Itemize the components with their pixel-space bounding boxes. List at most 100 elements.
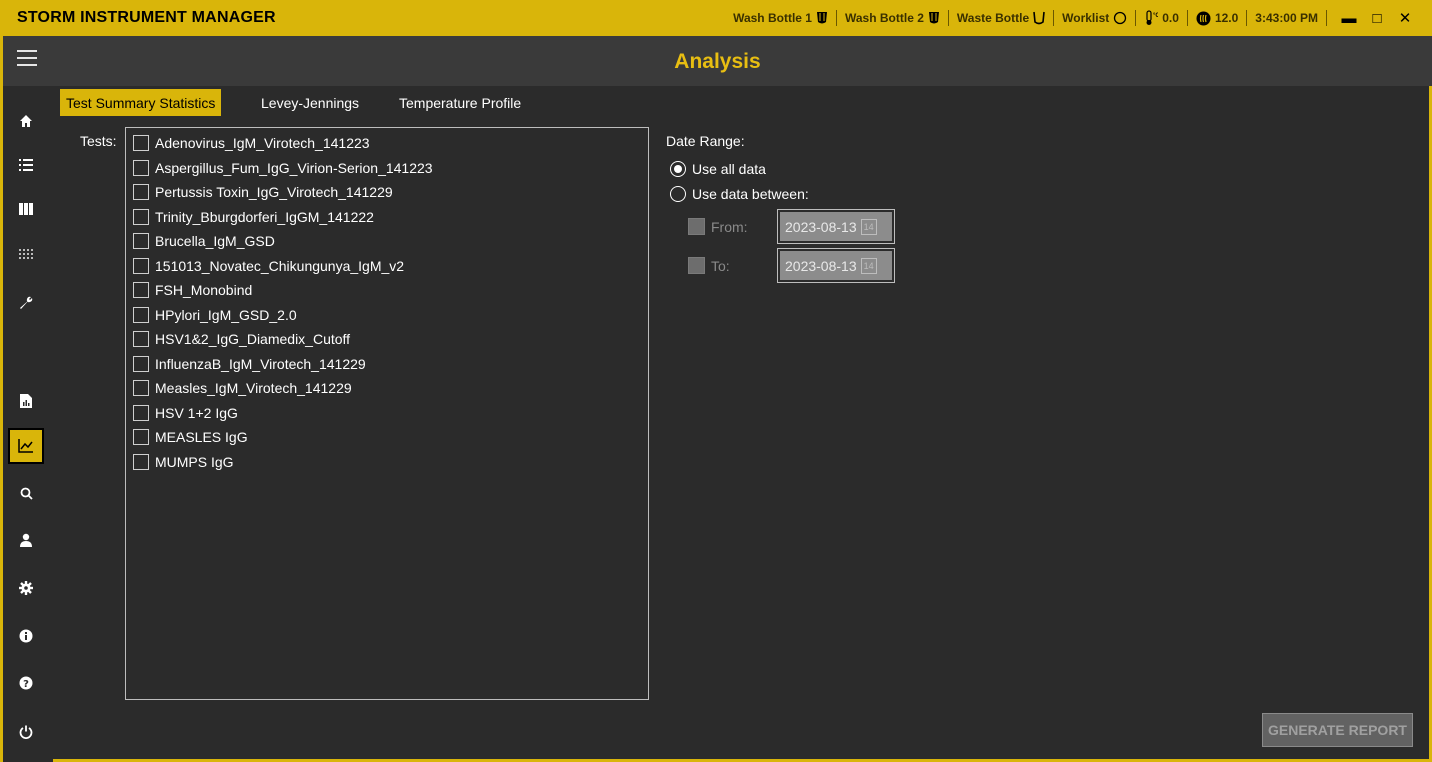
calendar-icon[interactable]: 14 — [860, 257, 877, 274]
home-icon[interactable] — [9, 104, 43, 138]
tests-list[interactable]: Adenovirus_IgM_Virotech_141223 Aspergillu… — [125, 127, 649, 700]
waste-bottle-status[interactable]: Waste Bottle — [957, 11, 1045, 25]
test-checkbox[interactable] — [133, 282, 149, 299]
help-icon[interactable]: ? — [9, 666, 43, 700]
tab-levey-jennings[interactable]: Levey-Jennings — [255, 89, 365, 116]
list-item[interactable]: Pertussis Toxin_IgG_Virotech_141229 — [126, 180, 648, 205]
analysis-chart-icon[interactable] — [8, 428, 44, 464]
maximize-button[interactable]: □ — [1363, 10, 1391, 27]
wash-bottle-1-status[interactable]: Wash Bottle 1 — [733, 11, 828, 25]
radio-unselected-icon — [670, 186, 686, 202]
from-label: From: — [711, 218, 748, 235]
report-icon[interactable] — [9, 384, 43, 418]
test-label: HPylori_IgM_GSD_2.0 — [155, 306, 297, 323]
use-data-between-label: Use data between: — [692, 186, 809, 202]
test-label: Aspergillus_Fum_IgG_Virion-Serion_141223 — [155, 159, 433, 176]
circle-icon — [1113, 11, 1127, 25]
list-item[interactable]: HPylori_IgM_GSD_2.0 — [126, 303, 648, 328]
test-checkbox[interactable] — [133, 331, 149, 348]
list-item[interactable]: FSH_Monobind — [126, 278, 648, 303]
test-checkbox[interactable] — [133, 429, 149, 446]
to-date-value: 2023-08-13 14 — [780, 251, 892, 280]
from-date-picker[interactable]: 2023-08-13 14 — [777, 209, 895, 244]
list-item[interactable]: Brucella_IgM_GSD — [126, 229, 648, 254]
to-date-row: To: 2023-08-13 14 — [688, 248, 895, 283]
bottle-full-icon — [816, 11, 828, 25]
title-bar: STORM INSTRUMENT MANAGER Wash Bottle 1 W… — [3, 0, 1432, 36]
reagent-value: 12.0 — [1214, 11, 1239, 25]
gear-icon[interactable] — [9, 571, 43, 605]
test-label: Pertussis Toxin_IgG_Virotech_141229 — [155, 184, 393, 201]
divider — [1326, 10, 1327, 26]
list-item[interactable]: Trinity_Bburgdorferi_IgGM_141222 — [126, 205, 648, 230]
from-date-row: From: 2023-08-13 14 — [688, 209, 895, 244]
test-label: Brucella_IgM_GSD — [155, 233, 275, 250]
test-checkbox[interactable] — [133, 380, 149, 397]
page-title: Analysis — [674, 50, 761, 73]
app-title: STORM INSTRUMENT MANAGER — [17, 9, 276, 26]
status-bar: Wash Bottle 1 Wash Bottle 2 Waste Bottle — [733, 0, 1419, 36]
test-checkbox[interactable] — [133, 208, 149, 225]
test-label: HSV 1+2 IgG — [155, 404, 238, 421]
minimize-button[interactable]: ▬ — [1335, 10, 1363, 27]
divider — [835, 10, 837, 26]
wrench-icon[interactable] — [9, 286, 43, 320]
list-icon[interactable] — [9, 148, 43, 182]
test-checkbox[interactable] — [133, 159, 149, 176]
to-checkbox[interactable] — [688, 257, 705, 274]
test-checkbox[interactable] — [133, 135, 149, 152]
power-icon[interactable] — [9, 715, 43, 749]
bottle-full-icon — [928, 11, 940, 25]
list-item[interactable]: InfluenzaB_IgM_Virotech_141229 — [126, 352, 648, 377]
wash-bottle-1-label: Wash Bottle 1 — [733, 11, 812, 25]
test-label: Adenovirus_IgM_Virotech_141223 — [155, 135, 370, 152]
from-checkbox[interactable] — [688, 218, 705, 235]
svg-text:°C: °C — [1153, 13, 1158, 19]
plate-grid-icon[interactable] — [9, 237, 43, 271]
generate-report-button[interactable]: GENERATE REPORT — [1262, 713, 1413, 747]
worklist-status[interactable]: Worklist — [1062, 11, 1127, 25]
user-icon[interactable] — [9, 523, 43, 557]
test-checkbox[interactable] — [133, 257, 149, 274]
list-item[interactable]: MEASLES IgG — [126, 425, 648, 450]
test-label: FSH_Monobind — [155, 282, 253, 299]
use-all-data-radio[interactable]: Use all data — [670, 161, 766, 177]
wash-bottle-2-label: Wash Bottle 2 — [844, 11, 924, 25]
worklist-label: Worklist — [1062, 11, 1110, 25]
list-item[interactable]: Measles_IgM_Virotech_141229 — [126, 376, 648, 401]
list-item[interactable]: HSV 1+2 IgG — [126, 401, 648, 426]
info-icon[interactable] — [9, 619, 43, 653]
calendar-icon[interactable]: 14 — [860, 218, 877, 235]
use-all-data-label: Use all data — [692, 161, 766, 177]
test-checkbox[interactable] — [133, 306, 149, 323]
to-date-picker[interactable]: 2023-08-13 14 — [777, 248, 895, 283]
test-checkbox[interactable] — [133, 355, 149, 372]
test-checkbox[interactable] — [133, 184, 149, 201]
list-item[interactable]: Aspergillus_Fum_IgG_Virion-Serion_141223 — [126, 156, 648, 181]
test-label: MEASLES IgG — [155, 429, 248, 446]
tab-temperature-profile[interactable]: Temperature Profile — [393, 89, 527, 116]
clock: 3:43:00 PM — [1255, 11, 1318, 25]
wash-bottle-2-status[interactable]: Wash Bottle 2 — [845, 11, 940, 25]
use-data-between-radio[interactable]: Use data between: — [670, 186, 809, 202]
heater-icon — [1196, 11, 1211, 26]
list-item[interactable]: Adenovirus_IgM_Virotech_141223 — [126, 131, 648, 156]
search-icon[interactable] — [9, 476, 43, 510]
list-item[interactable]: 151013_Novatec_Chikungunya_IgM_v2 — [126, 254, 648, 279]
test-checkbox[interactable] — [133, 233, 149, 250]
divider — [1186, 10, 1188, 26]
to-date-text: 2023-08-13 — [785, 257, 857, 274]
list-item[interactable]: MUMPS IgG — [126, 450, 648, 475]
close-button[interactable]: ✕ — [1391, 9, 1419, 27]
columns-icon[interactable] — [9, 192, 43, 226]
test-label: InfluenzaB_IgM_Virotech_141229 — [155, 355, 366, 372]
header: Analysis — [3, 36, 1432, 86]
list-item[interactable]: HSV1&2_IgG_Diamedix_Cutoff — [126, 327, 648, 352]
test-label: MUMPS IgG — [155, 453, 234, 470]
tab-test-summary-statistics[interactable]: Test Summary Statistics — [60, 89, 222, 116]
divider — [1246, 10, 1248, 26]
test-checkbox[interactable] — [133, 453, 149, 470]
to-label: To: — [711, 257, 730, 274]
test-checkbox[interactable] — [133, 404, 149, 421]
thermometer-icon: °C — [1144, 10, 1158, 26]
